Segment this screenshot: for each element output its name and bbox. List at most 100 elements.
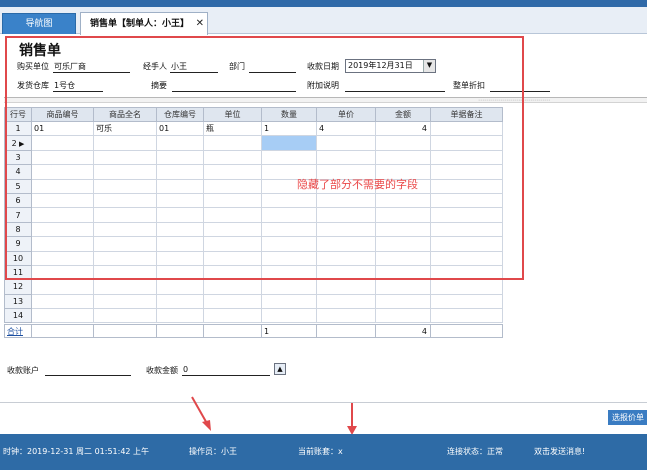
cell-unit[interactable]	[203, 207, 262, 223]
cell-unit[interactable]	[203, 250, 262, 266]
cell-warehouse[interactable]	[156, 250, 204, 266]
cell-warehouse[interactable]	[156, 236, 204, 252]
table-row[interactable]: 2 ▶	[4, 135, 503, 151]
cell-price[interactable]: 4	[316, 120, 376, 137]
col-header-price[interactable]: 单价	[316, 107, 376, 122]
status-message[interactable]: 双击发送消息!	[534, 446, 585, 457]
select-quote-button[interactable]: 选报价单	[608, 410, 647, 425]
tab-sales-order[interactable]: 销售单【制单人：小王】 ✕	[80, 12, 208, 35]
cell-name[interactable]	[93, 178, 157, 194]
cell-price[interactable]	[316, 207, 376, 223]
col-header-name[interactable]: 商品全名	[93, 107, 157, 122]
cell-warehouse[interactable]	[156, 308, 204, 324]
summary-field[interactable]	[172, 91, 296, 92]
cell-remark[interactable]	[430, 178, 503, 194]
cell-amount[interactable]	[375, 279, 431, 295]
cell-unit[interactable]	[203, 221, 262, 238]
col-header-row-no[interactable]: 行号	[4, 107, 32, 122]
cell-amount[interactable]	[375, 221, 431, 238]
cell-unit[interactable]	[203, 164, 262, 180]
amount-field[interactable]: 0	[183, 365, 188, 374]
cell-name[interactable]	[93, 236, 157, 252]
cell-warehouse[interactable]	[156, 192, 204, 209]
cell-unit[interactable]	[203, 135, 262, 151]
cell-amount[interactable]: 4	[375, 120, 431, 137]
cell-warehouse[interactable]	[156, 279, 204, 295]
cell-remark[interactable]	[430, 264, 503, 281]
row-number[interactable]: 1	[4, 120, 32, 137]
table-row[interactable]: 12	[4, 279, 503, 295]
cell-amount[interactable]	[375, 149, 431, 166]
cell-code[interactable]	[31, 236, 94, 252]
cell-qty[interactable]	[261, 149, 317, 166]
splitter-bar[interactable]: ⋯⋯⋯⋯⋯⋯⋯⋯⋯⋯⋯⋯	[4, 97, 647, 104]
row-number[interactable]: 3	[4, 149, 32, 166]
cell-name[interactable]	[93, 279, 157, 295]
cell-price[interactable]	[316, 236, 376, 252]
cell-warehouse[interactable]	[156, 264, 204, 281]
row-number[interactable]: 11	[4, 264, 32, 281]
row-number[interactable]: 10	[4, 250, 32, 266]
cell-name[interactable]	[93, 250, 157, 266]
cell-unit[interactable]	[203, 264, 262, 281]
cell-remark[interactable]	[430, 164, 503, 180]
dept-field[interactable]	[249, 72, 296, 73]
cell-warehouse[interactable]	[156, 149, 204, 166]
cell-name[interactable]	[93, 293, 157, 310]
tab-navigation[interactable]: 导航图	[2, 13, 76, 34]
cell-price[interactable]	[316, 308, 376, 324]
cell-name[interactable]	[93, 192, 157, 209]
cell-amount[interactable]	[375, 250, 431, 266]
cell-code[interactable]	[31, 178, 94, 194]
buyer-field[interactable]: 可乐厂商	[54, 61, 86, 72]
cell-qty[interactable]	[261, 279, 317, 295]
cell-remark[interactable]	[430, 120, 503, 137]
cell-name[interactable]: 可乐	[93, 120, 157, 137]
table-row[interactable]: 5	[4, 178, 503, 194]
cell-qty[interactable]	[261, 207, 317, 223]
col-header-qty[interactable]: 数量	[261, 107, 317, 122]
cell-name[interactable]	[93, 135, 157, 151]
cell-amount[interactable]	[375, 264, 431, 281]
discount-field[interactable]	[490, 91, 550, 92]
cell-remark[interactable]	[430, 279, 503, 295]
cell-qty[interactable]	[261, 250, 317, 266]
cell-warehouse[interactable]	[156, 293, 204, 310]
cell-remark[interactable]	[430, 236, 503, 252]
cell-qty[interactable]	[261, 192, 317, 209]
cell-name[interactable]	[93, 221, 157, 238]
cell-warehouse[interactable]	[156, 207, 204, 223]
cell-name[interactable]	[93, 164, 157, 180]
table-row[interactable]: 13	[4, 293, 503, 310]
splitter-grip-icon[interactable]: ⋯⋯⋯⋯⋯⋯⋯⋯⋯⋯⋯⋯	[478, 98, 550, 104]
col-header-remark[interactable]: 单据备注	[430, 107, 503, 122]
cell-unit[interactable]: 瓶	[203, 120, 262, 137]
cell-code[interactable]	[31, 221, 94, 238]
dropdown-arrow-icon[interactable]: ▼	[423, 60, 435, 72]
table-row[interactable]: 10	[4, 250, 503, 266]
cell-qty[interactable]	[261, 264, 317, 281]
cell-amount[interactable]	[375, 135, 431, 151]
cell-qty[interactable]	[261, 221, 317, 238]
cell-unit[interactable]	[203, 192, 262, 209]
cell-name[interactable]	[93, 149, 157, 166]
note-field[interactable]	[345, 91, 445, 92]
cell-code[interactable]	[31, 279, 94, 295]
row-number[interactable]: 8	[4, 221, 32, 238]
cell-qty[interactable]	[261, 135, 317, 151]
cell-warehouse[interactable]	[156, 178, 204, 194]
col-header-code[interactable]: 商品编号	[31, 107, 94, 122]
cell-code[interactable]	[31, 293, 94, 310]
cell-name[interactable]	[93, 207, 157, 223]
row-number[interactable]: 9	[4, 236, 32, 252]
cell-warehouse[interactable]	[156, 164, 204, 180]
warehouse-field[interactable]: 1号仓	[54, 80, 75, 91]
cell-price[interactable]	[316, 192, 376, 209]
col-header-unit[interactable]: 单位	[203, 107, 262, 122]
cell-code[interactable]: 01	[31, 120, 94, 137]
cell-qty[interactable]	[261, 293, 317, 310]
cell-unit[interactable]	[203, 293, 262, 310]
row-number[interactable]: 13	[4, 293, 32, 310]
cell-code[interactable]	[31, 308, 94, 324]
table-row[interactable]: 11	[4, 264, 503, 281]
